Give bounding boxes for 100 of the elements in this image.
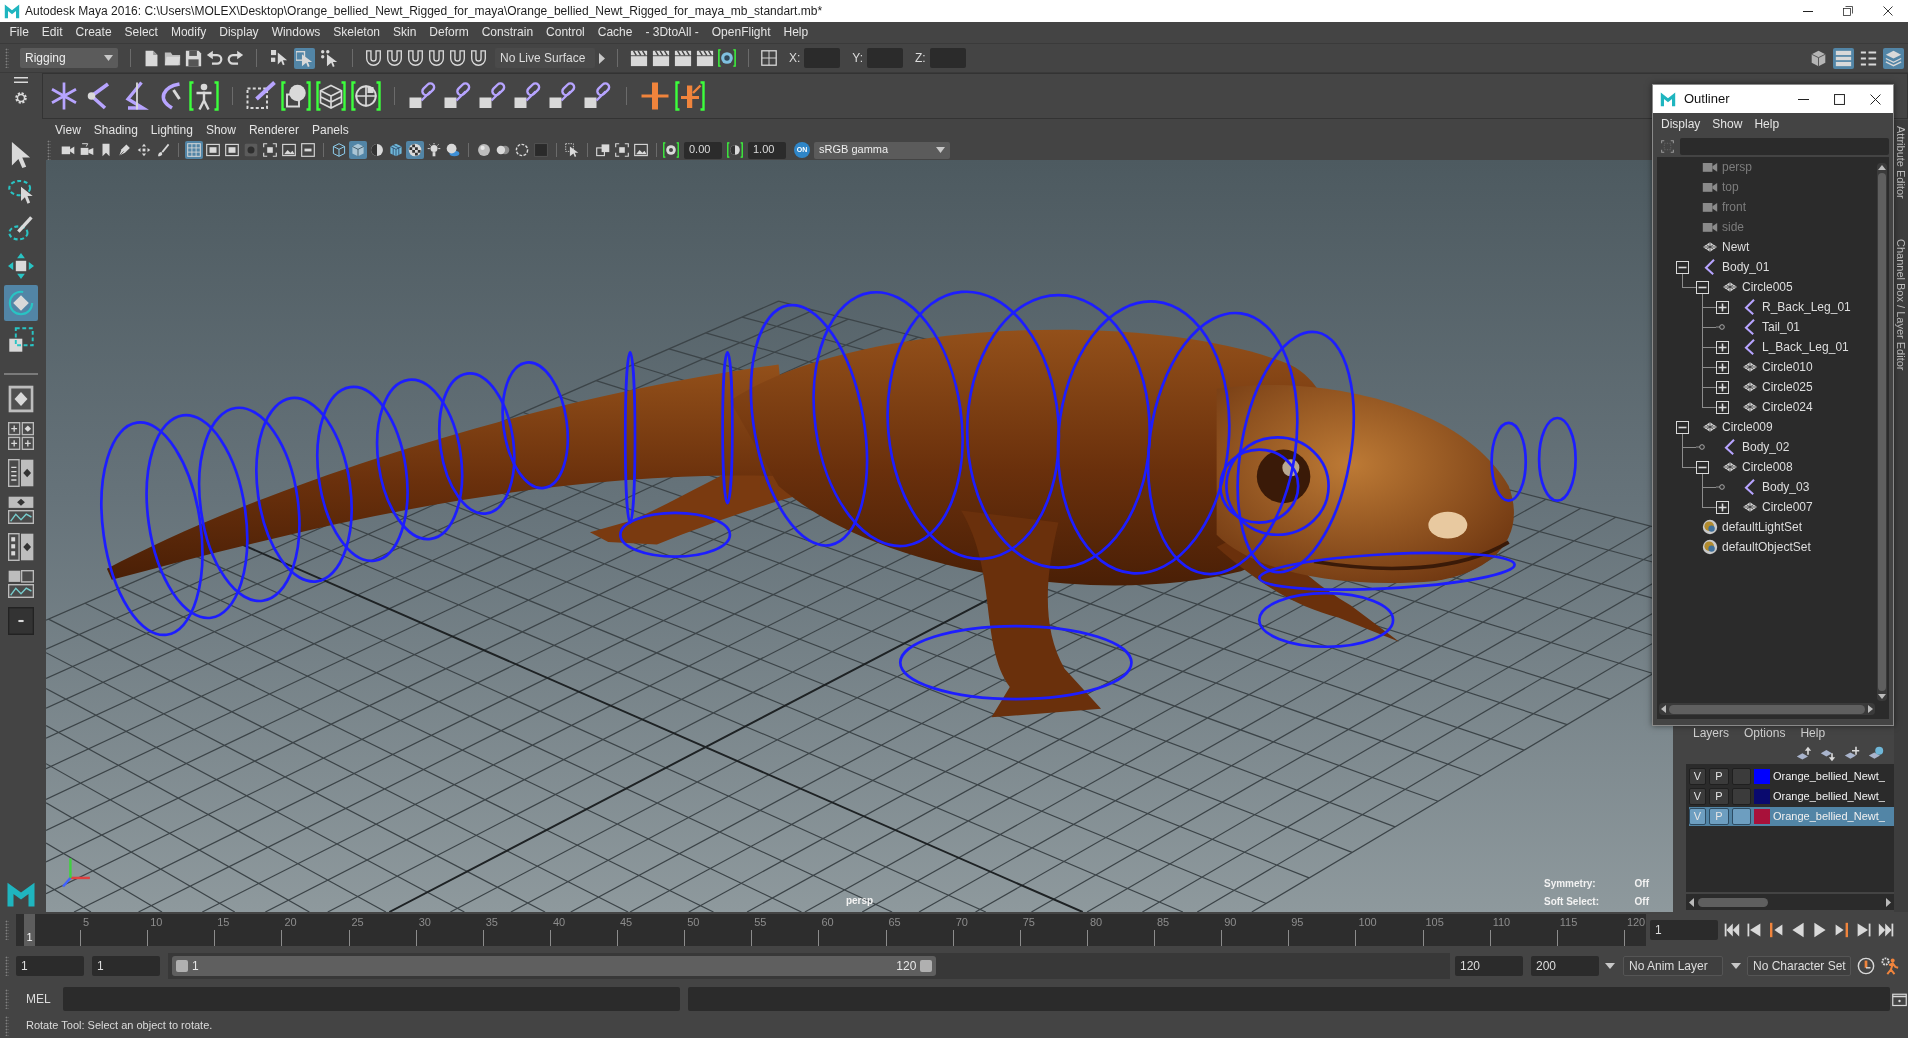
- maximize-icon[interactable]: [1833, 93, 1845, 105]
- menu-item[interactable]: OpenFlight: [705, 25, 777, 40]
- panel-menu-item[interactable]: Shading: [88, 122, 146, 138]
- outliner-item[interactable]: Circle005: [1742, 279, 1793, 295]
- bracketed-cross-bar-icon[interactable]: [675, 81, 705, 111]
- outliner-item[interactable]: defaultObjectSet: [1722, 539, 1811, 555]
- undo-icon[interactable]: [206, 49, 223, 67]
- layer-row[interactable]: V P Orange_bellied_Newt_: [1689, 767, 1894, 786]
- outliner-menu-item[interactable]: Show: [1706, 116, 1749, 132]
- selection-frame-icon[interactable]: [1661, 139, 1674, 153]
- bracketed-figure-icon[interactable]: [189, 81, 219, 111]
- outliner-item[interactable]: R_Back_Leg_01: [1762, 299, 1851, 315]
- restore-icon[interactable]: [1843, 6, 1853, 16]
- menu-item[interactable]: Create: [69, 25, 119, 40]
- outliner-item[interactable]: Circle025: [1762, 379, 1813, 395]
- magnet-icon[interactable]: [449, 49, 466, 67]
- triangle-right-icon[interactable]: [599, 52, 605, 64]
- display-toggle-button[interactable]: [204, 141, 222, 159]
- display-type-toggle[interactable]: [1732, 788, 1751, 805]
- display-toggle-button[interactable]: [261, 141, 279, 159]
- layer-row[interactable]: V P Orange_bellied_Newt_: [1689, 787, 1894, 806]
- display-toggle-button[interactable]: [387, 141, 405, 159]
- panel-menu-item[interactable]: Renderer: [243, 122, 307, 138]
- side-tab[interactable]: Attribute Editor: [1894, 126, 1908, 199]
- magnet-icon[interactable]: [365, 49, 382, 67]
- layer-menu-item[interactable]: Options: [1741, 725, 1798, 741]
- bracketed-sphere-icon[interactable]: [281, 81, 311, 111]
- bracketed-aperture-icon[interactable]: [663, 142, 679, 158]
- menu-item[interactable]: Display: [212, 25, 266, 40]
- panel-menu-item[interactable]: Panels: [306, 122, 357, 138]
- selection-mode-button[interactable]: [294, 47, 315, 69]
- gear-icon[interactable]: [14, 91, 28, 105]
- magnet-icon[interactable]: [386, 49, 403, 67]
- arrow-down-icon[interactable]: [1878, 694, 1886, 699]
- step-forward-icon[interactable]: [1856, 922, 1872, 938]
- bracketed-lattice-icon[interactable]: [316, 81, 346, 111]
- display-toggle-button[interactable]: [242, 141, 260, 159]
- search-field[interactable]: [1680, 137, 1889, 155]
- menu-item[interactable]: Edit: [35, 25, 70, 40]
- arrow-left-icon[interactable]: [1661, 705, 1666, 713]
- minus-box-icon[interactable]: [1696, 460, 1709, 477]
- coordinate-field[interactable]: [804, 48, 841, 68]
- step-back-icon[interactable]: [1746, 922, 1762, 938]
- display-toggle-button[interactable]: [135, 141, 153, 159]
- script-box-icon[interactable]: [1891, 991, 1907, 1007]
- layer-add-icon[interactable]: [1844, 746, 1860, 762]
- display-toggle-button[interactable]: [223, 141, 241, 159]
- vertical-scrollbar[interactable]: [1877, 163, 1887, 701]
- panel-menu-item[interactable]: Lighting: [145, 122, 201, 138]
- display-toggle-button[interactable]: [299, 141, 317, 159]
- side-tab[interactable]: Channel Box / Layer Editor: [1894, 238, 1908, 371]
- menu-item[interactable]: - 3DtoAll -: [638, 25, 706, 40]
- split-graph-pane-icon[interactable]: [8, 570, 34, 598]
- playback-start-field[interactable]: 1: [92, 956, 160, 976]
- arrow-left-icon[interactable]: [1689, 897, 1694, 907]
- panel-menu-item[interactable]: Show: [200, 122, 244, 138]
- outliner-item[interactable]: Circle009: [1722, 419, 1773, 435]
- command-input-field[interactable]: [62, 987, 680, 1011]
- display-toggle-button[interactable]: [280, 141, 298, 159]
- command-language-label[interactable]: MEL: [26, 991, 51, 1007]
- display-toggle-button[interactable]: [425, 141, 443, 159]
- current-frame-marker[interactable]: 1: [24, 914, 35, 946]
- panel-toggle-button[interactable]: [1833, 47, 1854, 69]
- graph-pane-icon[interactable]: [8, 496, 34, 524]
- display-toggle-button[interactable]: [368, 141, 386, 159]
- chain-link-icon[interactable]: [408, 81, 438, 111]
- chain-link-icon[interactable]: [443, 81, 473, 111]
- playback-toggle[interactable]: P: [1709, 768, 1729, 785]
- skip-forward-icon[interactable]: [1878, 922, 1894, 938]
- magnet-icon[interactable]: [470, 49, 487, 67]
- end-frame-field[interactable]: 200: [1531, 956, 1599, 976]
- layer-menu-item[interactable]: Help: [1797, 725, 1838, 741]
- menu-item[interactable]: Constrain: [475, 25, 540, 40]
- slider-handle-icon[interactable]: [176, 960, 188, 972]
- list-pane-icon[interactable]: [8, 459, 34, 487]
- brush-grid-icon[interactable]: [246, 81, 276, 111]
- layer-color-swatch-icon[interactable]: [1754, 789, 1770, 804]
- bracketed-circle-grid-icon[interactable]: [351, 81, 381, 111]
- slider-handle-icon[interactable]: [920, 960, 933, 972]
- display-type-toggle[interactable]: [1732, 768, 1751, 785]
- playback-toggle[interactable]: P: [1709, 788, 1729, 805]
- display-type-toggle[interactable]: [1732, 808, 1751, 825]
- panel-toggle-button[interactable]: [1883, 47, 1904, 69]
- plus-box-icon[interactable]: [1716, 500, 1729, 514]
- display-toggle-button[interactable]: [185, 141, 203, 159]
- plus-box-icon[interactable]: [1716, 400, 1729, 414]
- layer-color-swatch-icon[interactable]: [1754, 809, 1770, 824]
- chain-link-icon[interactable]: [583, 81, 613, 111]
- display-toggle-button[interactable]: [349, 141, 367, 159]
- menu-item[interactable]: Control: [539, 25, 592, 40]
- outliner-item[interactable]: defaultLightSet: [1722, 519, 1803, 535]
- color-space-dropdown[interactable]: sRGB gamma: [814, 141, 950, 159]
- range-slider-track[interactable]: 1 120: [168, 953, 1450, 979]
- arrow-right-icon[interactable]: [1868, 705, 1873, 713]
- single-pane-icon[interactable]: [8, 385, 34, 413]
- outliner-item[interactable]: Circle008: [1742, 459, 1793, 475]
- chain-link-icon[interactable]: [548, 81, 578, 111]
- display-toggle-button[interactable]: [594, 141, 612, 159]
- exposure-field[interactable]: 0.00: [684, 141, 722, 159]
- clapper-icon[interactable]: [696, 49, 714, 67]
